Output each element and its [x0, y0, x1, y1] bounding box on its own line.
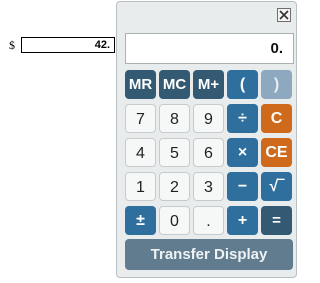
digit-9-button[interactable]: 9 [193, 104, 224, 133]
currency-symbol: $ [9, 38, 15, 52]
memory-clear-button[interactable]: MC [159, 70, 190, 99]
digit-3-button[interactable]: 3 [193, 172, 224, 201]
negate-button[interactable]: ± [125, 206, 156, 235]
subtract-button[interactable]: − [227, 172, 258, 201]
close-paren-button[interactable]: ) [261, 70, 292, 99]
digit-8-button[interactable]: 8 [159, 104, 190, 133]
open-paren-button[interactable]: ( [227, 70, 258, 99]
digit-6-button[interactable]: 6 [193, 138, 224, 167]
add-button[interactable]: + [227, 206, 258, 235]
decimal-point-button[interactable]: . [193, 206, 224, 235]
memory-add-button[interactable]: M+ [193, 70, 224, 99]
digit-5-button[interactable]: 5 [159, 138, 190, 167]
multiply-button[interactable]: × [227, 138, 258, 167]
calculator-panel: 0. MR MC M+ ( ) 7 8 9 ÷ C 4 5 6 × CE 1 2… [116, 1, 297, 278]
clear-entry-button[interactable]: CE [261, 138, 292, 167]
transfer-display-button[interactable]: Transfer Display [125, 239, 293, 270]
digit-0-button[interactable]: 0 [159, 206, 190, 235]
close-x-icon [279, 10, 289, 20]
clear-button[interactable]: C [261, 104, 292, 133]
amount-input[interactable]: 42. [21, 37, 115, 53]
divide-button[interactable]: ÷ [227, 104, 258, 133]
calculator-display: 0. [125, 33, 294, 64]
memory-recall-button[interactable]: MR [125, 70, 156, 99]
digit-7-button[interactable]: 7 [125, 104, 156, 133]
digit-2-button[interactable]: 2 [159, 172, 190, 201]
close-button[interactable] [277, 8, 291, 22]
equals-button[interactable]: = [261, 206, 292, 235]
square-root-button[interactable]: √‾ [261, 172, 292, 201]
digit-1-button[interactable]: 1 [125, 172, 156, 201]
digit-4-button[interactable]: 4 [125, 138, 156, 167]
